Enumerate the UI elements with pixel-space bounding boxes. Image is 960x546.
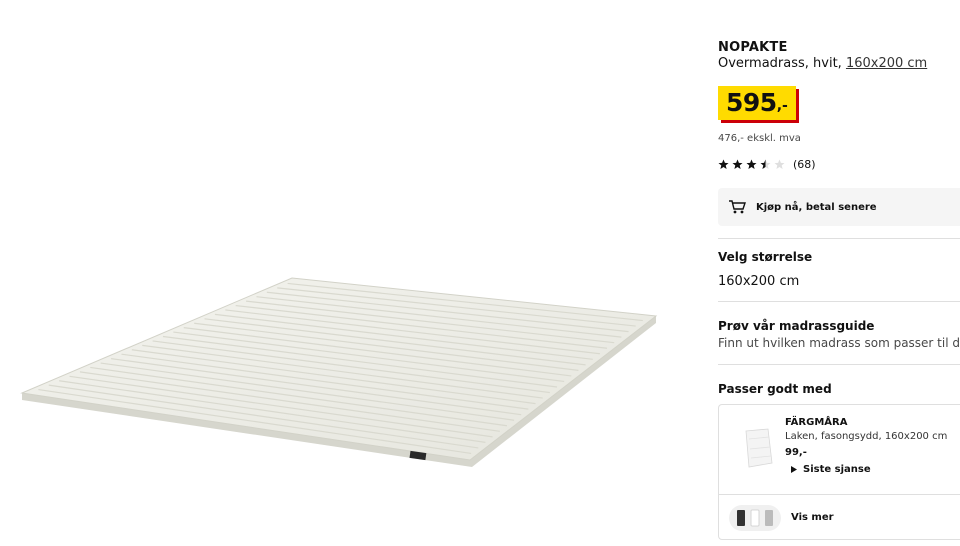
star-half-icon	[760, 159, 771, 169]
product-size-link[interactable]: 160x200 cm	[846, 56, 927, 71]
dark-sheet-thumbnail	[737, 510, 745, 526]
rating[interactable]: (68)	[718, 158, 816, 171]
product-description: Overmadrass, hvit, 160x200 cm	[718, 56, 927, 71]
star-empty-icon	[774, 159, 785, 169]
related-product-card[interactable]: FÄRGMÅRA Laken, fasongsydd, 160x200 cm 9…	[718, 404, 960, 494]
price-excl-vat: 476,- ekskl. mva	[718, 133, 801, 144]
divider	[718, 364, 960, 365]
price-value: 595	[726, 88, 777, 117]
star-full-icon	[718, 159, 729, 169]
star-full-icon	[732, 159, 743, 169]
sheet-thumbnail	[745, 428, 773, 468]
rating-stars	[718, 159, 785, 170]
buy-now-pay-later-button[interactable]: Kjøp nå, betal senere	[718, 188, 960, 226]
divider	[718, 238, 960, 239]
star-full-icon	[746, 159, 757, 169]
size-heading: Velg størrelse	[718, 250, 813, 264]
related-product-price: 99,-	[785, 447, 807, 458]
rating-count[interactable]: (68)	[793, 158, 816, 171]
play-arrow-icon	[791, 466, 797, 473]
size-selector[interactable]: 160x200 cm	[718, 274, 799, 289]
buy-now-pay-later-label: Kjøp nå, betal senere	[756, 201, 877, 213]
see-more-label: Vis mer	[791, 512, 834, 523]
product-description-text: Overmadrass, hvit,	[718, 56, 846, 71]
price-suffix: ,-	[776, 98, 788, 114]
see-more-button[interactable]: Vis mer	[718, 494, 960, 540]
product-name: NOPAKTE	[718, 40, 788, 55]
white-sheet-thumbnail	[750, 509, 760, 527]
related-product-name: FÄRGMÅRA	[785, 417, 848, 428]
gray-sheet-thumbnail	[765, 510, 773, 526]
related-product-status: Siste sjanse	[791, 464, 871, 475]
mattress-guide-text[interactable]: Finn ut hvilken madrass som passer til d…	[718, 336, 960, 350]
price-tag: 595 ,-	[718, 86, 796, 120]
divider	[718, 301, 960, 302]
mattress-topper-image	[20, 277, 658, 467]
product-info-panel: NOPAKTE Overmadrass, hvit, 160x200 cm 59…	[718, 0, 960, 546]
product-image[interactable]	[0, 0, 690, 546]
shopping-cart-icon	[729, 200, 746, 214]
see-more-thumbnails	[729, 505, 781, 531]
related-product-description: Laken, fasongsydd, 160x200 cm	[785, 431, 948, 442]
mattress-guide-link[interactable]: Prøv vår madrassguide	[718, 319, 874, 333]
pairs-well-heading: Passer godt med	[718, 382, 832, 396]
related-product-status-label: Siste sjanse	[803, 464, 871, 475]
